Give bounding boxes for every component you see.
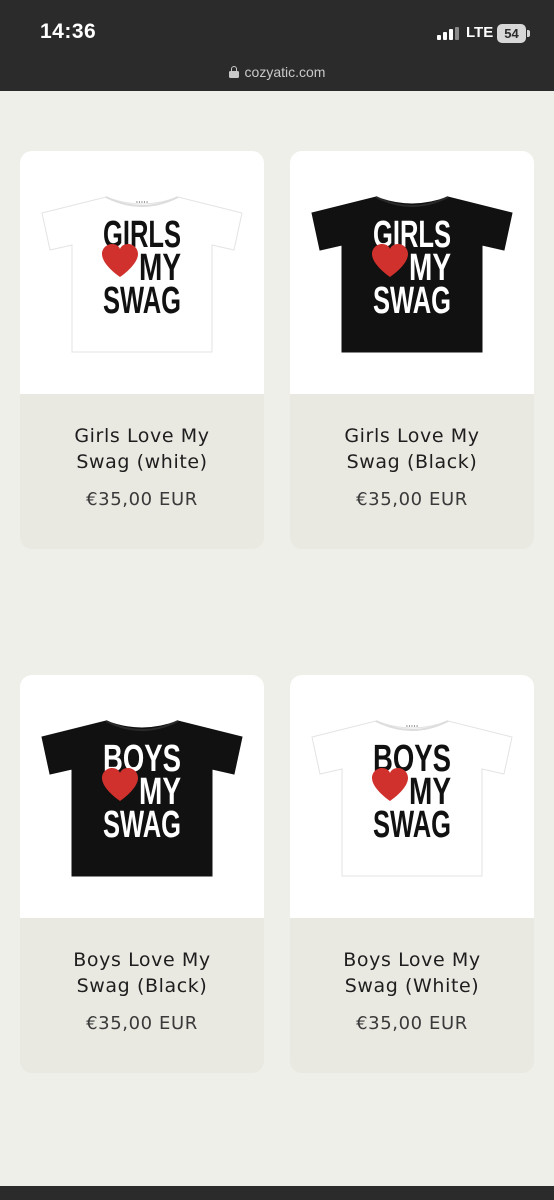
signal-strength-icon — [437, 27, 459, 40]
tshirt-brand-tag: • • • • • — [136, 199, 148, 204]
product-image[interactable]: • • • • • GIRLS MY SWAG — [20, 151, 264, 394]
product-price: €35,00 EUR — [86, 489, 198, 510]
lock-icon — [228, 66, 239, 78]
product-price: €35,00 EUR — [356, 1013, 468, 1034]
product-title[interactable]: Girls Love My Swag (Black) — [300, 423, 524, 475]
product-image[interactable]: • • • • • BOYS MY SWAG — [20, 675, 264, 918]
tshirt-print-line3: SWAG — [373, 804, 451, 846]
product-title[interactable]: Boys Love My Swag (Black) — [30, 947, 254, 999]
tshirt-brand-tag: • • • • • — [406, 199, 418, 204]
tshirt-print-line3: SWAG — [103, 280, 181, 322]
product-image[interactable]: • • • • • BOYS MY SWAG — [290, 675, 534, 918]
address-bar[interactable]: cozyatic.com — [0, 64, 554, 80]
tshirt-brand-tag: • • • • • — [136, 723, 148, 728]
tshirt-brand-tag: • • • • • — [406, 723, 418, 728]
product-price: €35,00 EUR — [356, 489, 468, 510]
product-card[interactable]: • • • • • GIRLS MY SWAG Girls Love My Swag … — [20, 151, 264, 549]
tshirt-print-line3: SWAG — [373, 280, 451, 322]
tshirt-graphic: • • • • •BOYSMYSWAG — [41, 720, 243, 877]
product-card[interactable]: • • • • • BOYS MY SWAG Boys Love My Swag (B… — [20, 675, 264, 1073]
network-type: LTE — [466, 24, 494, 41]
tshirt-graphic: • • • • •GIRLSMYSWAG — [41, 196, 243, 353]
status-time: 14:36 — [40, 20, 97, 43]
product-card[interactable]: • • • • • BOYS MY SWAG Boys Love My Swag (W… — [290, 675, 534, 1073]
battery-level: 54 — [497, 24, 526, 43]
product-card[interactable]: • • • • • GIRLS MY SWAG Girls Love My Swag … — [290, 151, 534, 549]
product-title[interactable]: Girls Love My Swag (white) — [30, 423, 254, 475]
product-price: €35,00 EUR — [86, 1013, 198, 1034]
tshirt-print-line3: SWAG — [103, 804, 181, 846]
tshirt-graphic: • • • • •GIRLSMYSWAG — [311, 196, 513, 353]
battery-icon: 54 — [497, 24, 530, 43]
product-image[interactable]: • • • • • GIRLS MY SWAG — [290, 151, 534, 394]
url-text: cozyatic.com — [244, 64, 326, 80]
bottom-bar — [0, 1186, 554, 1200]
product-title[interactable]: Boys Love My Swag (White) — [300, 947, 524, 999]
tshirt-graphic: • • • • •BOYSMYSWAG — [311, 720, 513, 877]
top-bar: 14:36 LTE 54 cozyatic.com — [0, 0, 554, 91]
